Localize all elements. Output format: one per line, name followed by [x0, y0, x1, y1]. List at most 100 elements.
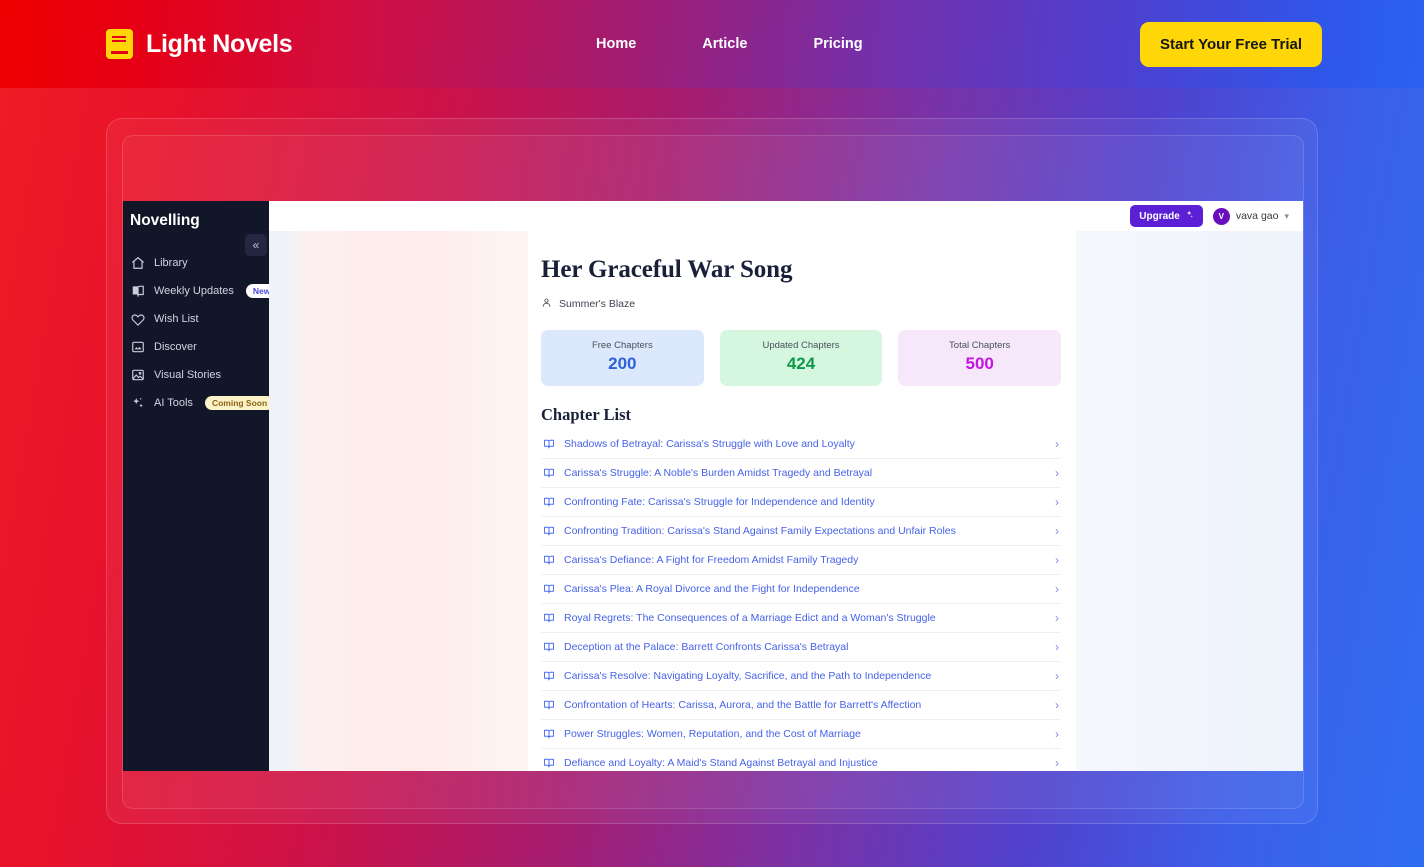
app-sidebar: Novelling « Library Weekly Updates New W… [123, 201, 278, 771]
book-open-icon [543, 496, 555, 508]
app-main: Upgrade V vava gao ▾ Her Graceful War So… [269, 201, 1303, 771]
book-open-icon [543, 438, 555, 450]
author-row: Summer's Blaze [541, 295, 1061, 313]
sidebar-item-discover[interactable]: Discover [123, 333, 269, 361]
nav-link-article[interactable]: Article [702, 36, 747, 52]
book-open-icon [543, 728, 555, 740]
book-open-icon [543, 699, 555, 711]
sidebar-item-label: Visual Stories [154, 369, 222, 381]
chevron-right-icon: › [1055, 495, 1059, 509]
sidebar-item-label: Discover [154, 341, 197, 353]
sidebar-item-wish-list[interactable]: Wish List [123, 305, 269, 333]
author-name: Summer's Blaze [559, 298, 636, 310]
chapter-row[interactable]: Carissa's Struggle: A Noble's Burden Ami… [541, 459, 1061, 488]
book-open-icon [543, 641, 555, 653]
chevron-right-icon: › [1055, 756, 1059, 770]
sidebar-item-label: Weekly Updates [154, 285, 234, 297]
chevron-down-icon: ▾ [1284, 210, 1289, 221]
book-open-icon [543, 757, 555, 769]
chevron-right-icon: › [1055, 524, 1059, 538]
photo-icon [130, 368, 145, 383]
chapter-title: Confronting Fate: Carissa's Struggle for… [564, 496, 875, 508]
page-title: Her Graceful War Song [541, 256, 793, 283]
status-badge-coming-soon: Coming Soon [204, 395, 275, 411]
chapter-row[interactable]: Confronting Tradition: Carissa's Stand A… [541, 517, 1061, 546]
book-icon [106, 29, 133, 59]
chapter-title: Power Struggles: Women, Reputation, and … [564, 728, 861, 740]
chapter-row[interactable]: Deception at the Palace: Barrett Confron… [541, 633, 1061, 662]
book-open-icon [543, 467, 555, 479]
book-open-icon [543, 670, 555, 682]
chevron-right-icon: › [1055, 640, 1059, 654]
stat-value: 424 [786, 354, 816, 373]
chapter-row[interactable]: Carissa's Resolve: Navigating Loyalty, S… [541, 662, 1061, 691]
chevron-right-icon: › [1055, 466, 1059, 480]
chapter-row[interactable]: Shadows of Betrayal: Carissa's Struggle … [541, 430, 1061, 459]
chapter-title: Carissa's Defiance: A Fight for Freedom … [564, 554, 859, 566]
stat-card-total-chapters: Total Chapters 500 [898, 330, 1062, 386]
stats-row: Free Chapters 200 Updated Chapters 424 T… [541, 330, 1062, 386]
stat-label: Free Chapters [591, 340, 653, 351]
chapter-title: Confronting Tradition: Carissa's Stand A… [564, 525, 956, 537]
primary-nav: Home Article Pricing [596, 36, 863, 52]
content-canvas: Her Graceful War Song Summer's Blaze Fre… [269, 231, 1303, 771]
book-open-icon [543, 554, 555, 566]
upgrade-button[interactable]: Upgrade [1130, 205, 1203, 227]
user-icon [541, 295, 552, 313]
avatar: V [1212, 207, 1230, 225]
stat-label: Total Chapters [949, 340, 1011, 351]
nav-link-pricing[interactable]: Pricing [813, 36, 862, 52]
user-name: vava gao [1235, 210, 1279, 222]
chapter-list-heading: Chapter List [541, 405, 631, 424]
chapter-row[interactable]: Power Struggles: Women, Reputation, and … [541, 720, 1061, 749]
user-menu[interactable]: V vava gao ▾ [1212, 207, 1289, 225]
chevron-right-icon: › [1055, 611, 1059, 625]
chevron-right-icon: › [1055, 698, 1059, 712]
book-open-icon [543, 612, 555, 624]
app-window: Novelling « Library Weekly Updates New W… [123, 201, 1303, 771]
sidebar-title: Novelling [130, 212, 200, 229]
stat-label: Updated Chapters [762, 340, 840, 351]
book-open-icon [543, 525, 555, 537]
upgrade-button-label: Upgrade [1139, 210, 1180, 222]
chapter-title: Carissa's Plea: A Royal Divorce and the … [564, 583, 860, 595]
chapter-row[interactable]: Carissa's Plea: A Royal Divorce and the … [541, 575, 1061, 604]
chapter-title: Royal Regrets: The Consequences of a Mar… [564, 612, 936, 624]
chapter-title: Deception at the Palace: Barrett Confron… [564, 641, 849, 653]
nav-link-home[interactable]: Home [596, 36, 636, 52]
brand-name: Light Novels [146, 29, 293, 58]
chevron-right-icon: › [1055, 553, 1059, 567]
book-open-icon [543, 583, 555, 595]
stat-value: 500 [965, 354, 994, 373]
chevron-right-icon: › [1055, 669, 1059, 683]
sidebar-item-ai-tools[interactable]: AI Tools Coming Soon [123, 389, 275, 417]
chapter-title: Confrontation of Hearts: Carissa, Aurora… [564, 699, 922, 711]
heart-icon [130, 312, 145, 327]
chapter-row[interactable]: Carissa's Defiance: A Fight for Freedom … [541, 546, 1061, 575]
app-topbar: Upgrade V vava gao ▾ [269, 201, 1303, 231]
chapter-title: Shadows of Betrayal: Carissa's Struggle … [564, 438, 855, 450]
sidebar-item-label: Wish List [154, 313, 199, 325]
brand[interactable]: Light Novels [106, 29, 293, 59]
home-icon [130, 256, 145, 271]
image-icon [130, 340, 145, 355]
sparkle-icon [1185, 210, 1194, 222]
chapter-list: Shadows of Betrayal: Carissa's Struggle … [541, 430, 1061, 771]
sparkles-icon [130, 396, 145, 411]
stat-card-free-chapters: Free Chapters 200 [541, 330, 704, 386]
chapter-title: Defiance and Loyalty: A Maid's Stand Aga… [564, 757, 878, 769]
chevron-right-icon: › [1055, 437, 1059, 451]
chapter-row[interactable]: Defiance and Loyalty: A Maid's Stand Aga… [541, 749, 1061, 771]
stat-card-updated-chapters: Updated Chapters 424 [719, 330, 883, 386]
sidebar-item-weekly-updates[interactable]: Weekly Updates New [123, 277, 278, 305]
sidebar-item-visual-stories[interactable]: Visual Stories [123, 361, 269, 389]
chapter-row[interactable]: Confronting Fate: Carissa's Struggle for… [541, 488, 1061, 517]
chapter-row[interactable]: Royal Regrets: The Consequences of a Mar… [541, 604, 1061, 633]
book-open-icon [130, 284, 145, 299]
start-free-trial-button[interactable]: Start Your Free Trial [1140, 21, 1322, 67]
sidebar-collapse-button[interactable]: « [245, 234, 267, 256]
chevron-right-icon: › [1055, 582, 1059, 596]
app-frame-outer: Novelling « Library Weekly Updates New W… [106, 118, 1318, 824]
chapter-row[interactable]: Confrontation of Hearts: Carissa, Aurora… [541, 691, 1061, 720]
sidebar-item-label: AI Tools [154, 397, 193, 409]
